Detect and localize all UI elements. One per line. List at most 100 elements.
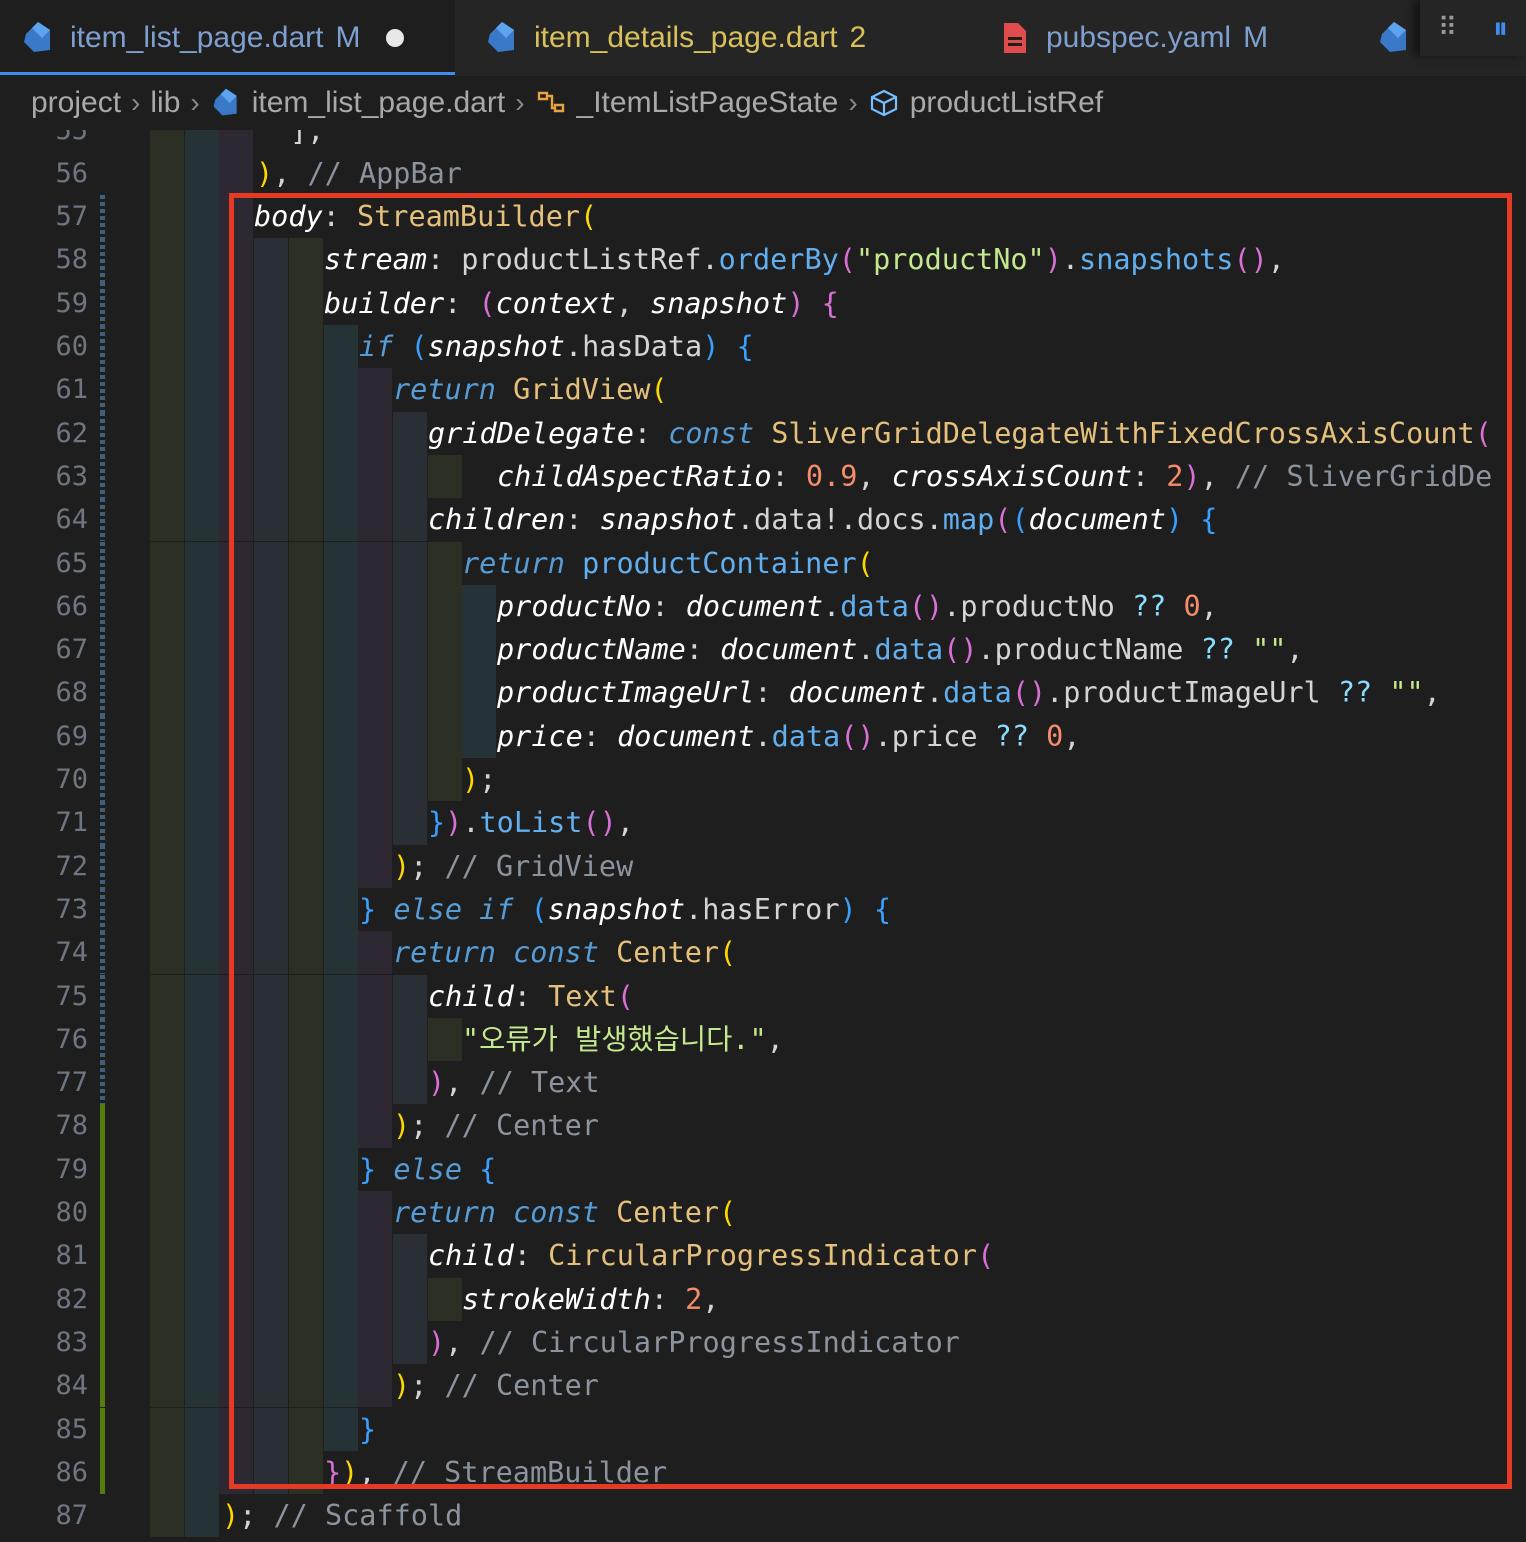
tab-item-details-page[interactable]: item_details_page.dart 2 <box>484 0 866 76</box>
git-gutter-marker[interactable] <box>100 1147 105 1191</box>
indent-guide <box>288 714 323 758</box>
git-gutter-marker[interactable] <box>100 1104 105 1148</box>
git-gutter-marker[interactable] <box>100 541 105 585</box>
tab-pubspec[interactable]: pubspec.yaml M <box>996 0 1268 76</box>
code-line[interactable]: 66 productNo: document.data().productNo ?… <box>0 584 1526 629</box>
code-line[interactable]: 87); // Scaffold <box>0 1494 1526 1538</box>
code-token: toList <box>479 806 583 840</box>
code-line[interactable]: 61 return GridView( <box>0 368 1526 412</box>
code-line[interactable]: 65 return productContainer( <box>0 541 1526 585</box>
code-line[interactable]: 68 productImageUrl: document.data().produ… <box>0 671 1526 715</box>
code-line[interactable]: 85} <box>0 1407 1526 1451</box>
git-gutter-marker[interactable] <box>100 281 105 325</box>
code-line[interactable]: 86}), // StreamBuilder <box>0 1450 1526 1495</box>
breadcrumb-member[interactable]: productListRef <box>868 86 1103 120</box>
code-token: : <box>513 979 549 1013</box>
tab-modified-badge: M <box>1243 21 1269 54</box>
git-gutter-marker[interactable] <box>100 758 105 802</box>
git-gutter-marker[interactable] <box>100 714 105 758</box>
breadcrumb-file[interactable]: item_list_page.dart <box>210 86 505 120</box>
git-gutter-marker[interactable] <box>100 1320 105 1365</box>
git-gutter-marker[interactable] <box>100 1061 105 1105</box>
code-line[interactable]: 84); // Center <box>0 1364 1526 1408</box>
indent-guide <box>254 801 289 845</box>
code-token: ( <box>856 546 874 580</box>
git-gutter-marker[interactable] <box>100 671 105 715</box>
line-number: 59 <box>55 287 88 319</box>
code-line[interactable]: 75 child: Text( <box>0 974 1526 1018</box>
breadcrumb-class[interactable]: _ItemListPageState <box>535 86 839 120</box>
code-line[interactable]: 57 body: StreamBuilder( <box>0 195 1526 239</box>
indent-guide <box>219 758 254 802</box>
git-gutter-marker[interactable] <box>100 1407 105 1451</box>
git-gutter-marker[interactable] <box>100 195 105 239</box>
drag-handle-icon[interactable]: ⠿ <box>1438 13 1457 43</box>
code-line[interactable]: 69 price: document.data().price ?? 0, <box>0 714 1526 758</box>
code-text: stream: productListRef.orderBy("productN… <box>324 238 1285 281</box>
code-line[interactable]: 72); // GridView <box>0 844 1526 888</box>
git-gutter-marker[interactable] <box>100 238 105 282</box>
code-token: . <box>926 676 944 710</box>
git-gutter-marker[interactable] <box>100 1191 105 1235</box>
git-gutter-marker[interactable] <box>100 498 105 542</box>
code-line[interactable]: 59 builder: (context, snapshot) { <box>0 281 1526 325</box>
pause-icon[interactable]: ⏸ <box>1493 11 1508 46</box>
tab-overflow[interactable] <box>1376 0 1426 76</box>
code-line[interactable]: 77), // Text <box>0 1061 1526 1105</box>
git-gutter-marker[interactable] <box>100 1017 105 1062</box>
code-line[interactable]: 60 if (snapshot.hasData) { <box>0 325 1526 369</box>
code-line[interactable]: 81 child: CircularProgressIndicator( <box>0 1234 1526 1278</box>
code-line[interactable]: 79} else { <box>0 1147 1526 1191</box>
code-line[interactable]: 64 children: snapshot.data!.docs.map((doc… <box>0 498 1526 542</box>
code-line[interactable]: 73} else if (snapshot.hasError) { <box>0 887 1526 932</box>
git-gutter-marker[interactable] <box>100 1450 105 1495</box>
git-gutter-marker[interactable] <box>100 454 105 499</box>
git-gutter-marker[interactable] <box>100 411 105 455</box>
git-gutter-marker[interactable] <box>100 974 105 1018</box>
indent-guide <box>462 584 497 629</box>
code-line[interactable]: 56), // AppBar <box>0 151 1526 196</box>
git-gutter-marker[interactable] <box>100 325 105 369</box>
code-line[interactable]: 83), // CircularProgressIndicator <box>0 1320 1526 1365</box>
git-gutter-marker[interactable] <box>100 887 105 932</box>
code-token: // GridView <box>444 849 634 883</box>
code-line[interactable]: 74 return const Center( <box>0 931 1526 975</box>
code-token: 0.9 <box>805 459 858 493</box>
code-line[interactable]: 71}).toList(), <box>0 801 1526 845</box>
code-token: // Text <box>479 1066 600 1100</box>
git-gutter-marker[interactable] <box>100 801 105 845</box>
git-gutter-marker[interactable] <box>100 1234 105 1278</box>
code-token: , <box>1200 459 1235 493</box>
indent-guide <box>150 758 184 802</box>
git-gutter-marker[interactable] <box>100 584 105 629</box>
git-gutter-marker[interactable] <box>100 368 105 412</box>
indent-guide <box>184 931 219 975</box>
code-line[interactable]: 78); // Center <box>0 1104 1526 1148</box>
code-text: ), // AppBar <box>256 152 462 195</box>
git-gutter-marker[interactable] <box>100 931 105 975</box>
indent-guide <box>184 325 219 369</box>
code-line[interactable]: 58 stream: productListRef.orderBy("produc… <box>0 238 1526 282</box>
indent-guide <box>288 1364 323 1408</box>
code-line[interactable]: 70); <box>0 758 1526 802</box>
unsaved-dot-icon[interactable] <box>386 29 405 47</box>
code-editor[interactable]: 55], 56), // AppBar 57 body: StreamBuilder(… <box>0 130 1526 1542</box>
breadcrumb-lib[interactable]: lib <box>150 86 180 120</box>
git-gutter-marker[interactable] <box>100 1277 105 1321</box>
git-gutter-marker[interactable] <box>100 844 105 888</box>
git-gutter-marker[interactable] <box>100 628 105 672</box>
breadcrumb-project[interactable]: project <box>31 86 121 120</box>
code-token: .productNo <box>943 589 1132 623</box>
code-line[interactable]: 62 gridDelegate: const SliverGridDelegate… <box>0 411 1526 455</box>
code-line[interactable]: 55], <box>0 130 1526 152</box>
tab-item-list-page[interactable]: item_list_page.dart M <box>0 0 455 76</box>
code-line[interactable]: 82 strokeWidth: 2, <box>0 1277 1526 1321</box>
git-gutter-marker[interactable] <box>100 1364 105 1408</box>
code-token: ) <box>393 849 411 883</box>
code-line[interactable]: 80 return const Center( <box>0 1191 1526 1235</box>
code-line[interactable]: 76 "오류가 발생했습니다.", <box>0 1017 1526 1062</box>
breadcrumb-class-label: _ItemListPageState <box>576 86 839 119</box>
code-line[interactable]: 67 productName: document.data().productNa… <box>0 628 1526 672</box>
code-line[interactable]: 63 childAspectRatio: 0.9, crossAxisCount:… <box>0 454 1526 499</box>
